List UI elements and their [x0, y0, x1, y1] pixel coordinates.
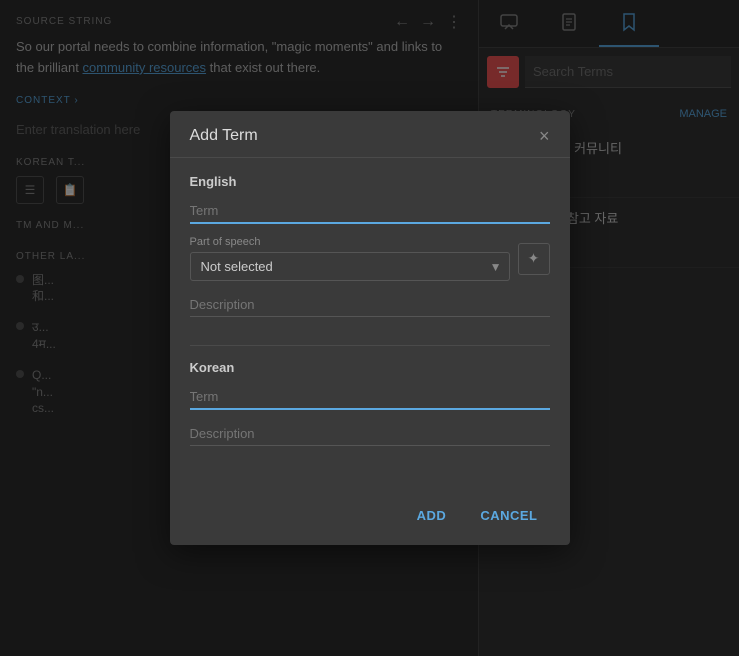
pos-label: Part of speech	[190, 236, 510, 248]
modal-body: English Part of speech Not selected Noun…	[170, 158, 570, 490]
pos-select[interactable]: Not selected Noun Verb Adjective Adverb	[190, 252, 510, 281]
korean-term-input[interactable]	[190, 385, 550, 410]
pos-row: Part of speech Not selected Noun Verb Ad…	[190, 236, 550, 281]
pos-field: Part of speech Not selected Noun Verb Ad…	[190, 236, 510, 281]
modal-divider	[190, 345, 550, 346]
english-term-input[interactable]	[190, 199, 550, 224]
description-field	[190, 293, 550, 333]
english-term-field	[190, 199, 550, 224]
close-icon[interactable]: ×	[539, 127, 550, 145]
modal-title: Add Term	[190, 127, 258, 145]
korean-term-field	[190, 385, 550, 410]
modal-footer: ADD CANCEL	[170, 490, 570, 545]
korean-section-title: Korean	[190, 360, 550, 375]
korean-description-input[interactable]	[190, 422, 550, 446]
modal-header: Add Term ×	[170, 111, 570, 158]
add-term-modal: Add Term × English Part of speech Not se…	[170, 111, 570, 545]
pos-select-wrapper: Not selected Noun Verb Adjective Adverb …	[190, 252, 510, 281]
wand-button[interactable]: ✦	[518, 243, 550, 275]
add-button[interactable]: ADD	[405, 502, 459, 529]
korean-description-field	[190, 422, 550, 462]
description-input[interactable]	[190, 293, 550, 317]
modal-overlay: Add Term × English Part of speech Not se…	[0, 0, 739, 656]
english-section-title: English	[190, 174, 550, 189]
cancel-button[interactable]: CANCEL	[468, 502, 549, 529]
